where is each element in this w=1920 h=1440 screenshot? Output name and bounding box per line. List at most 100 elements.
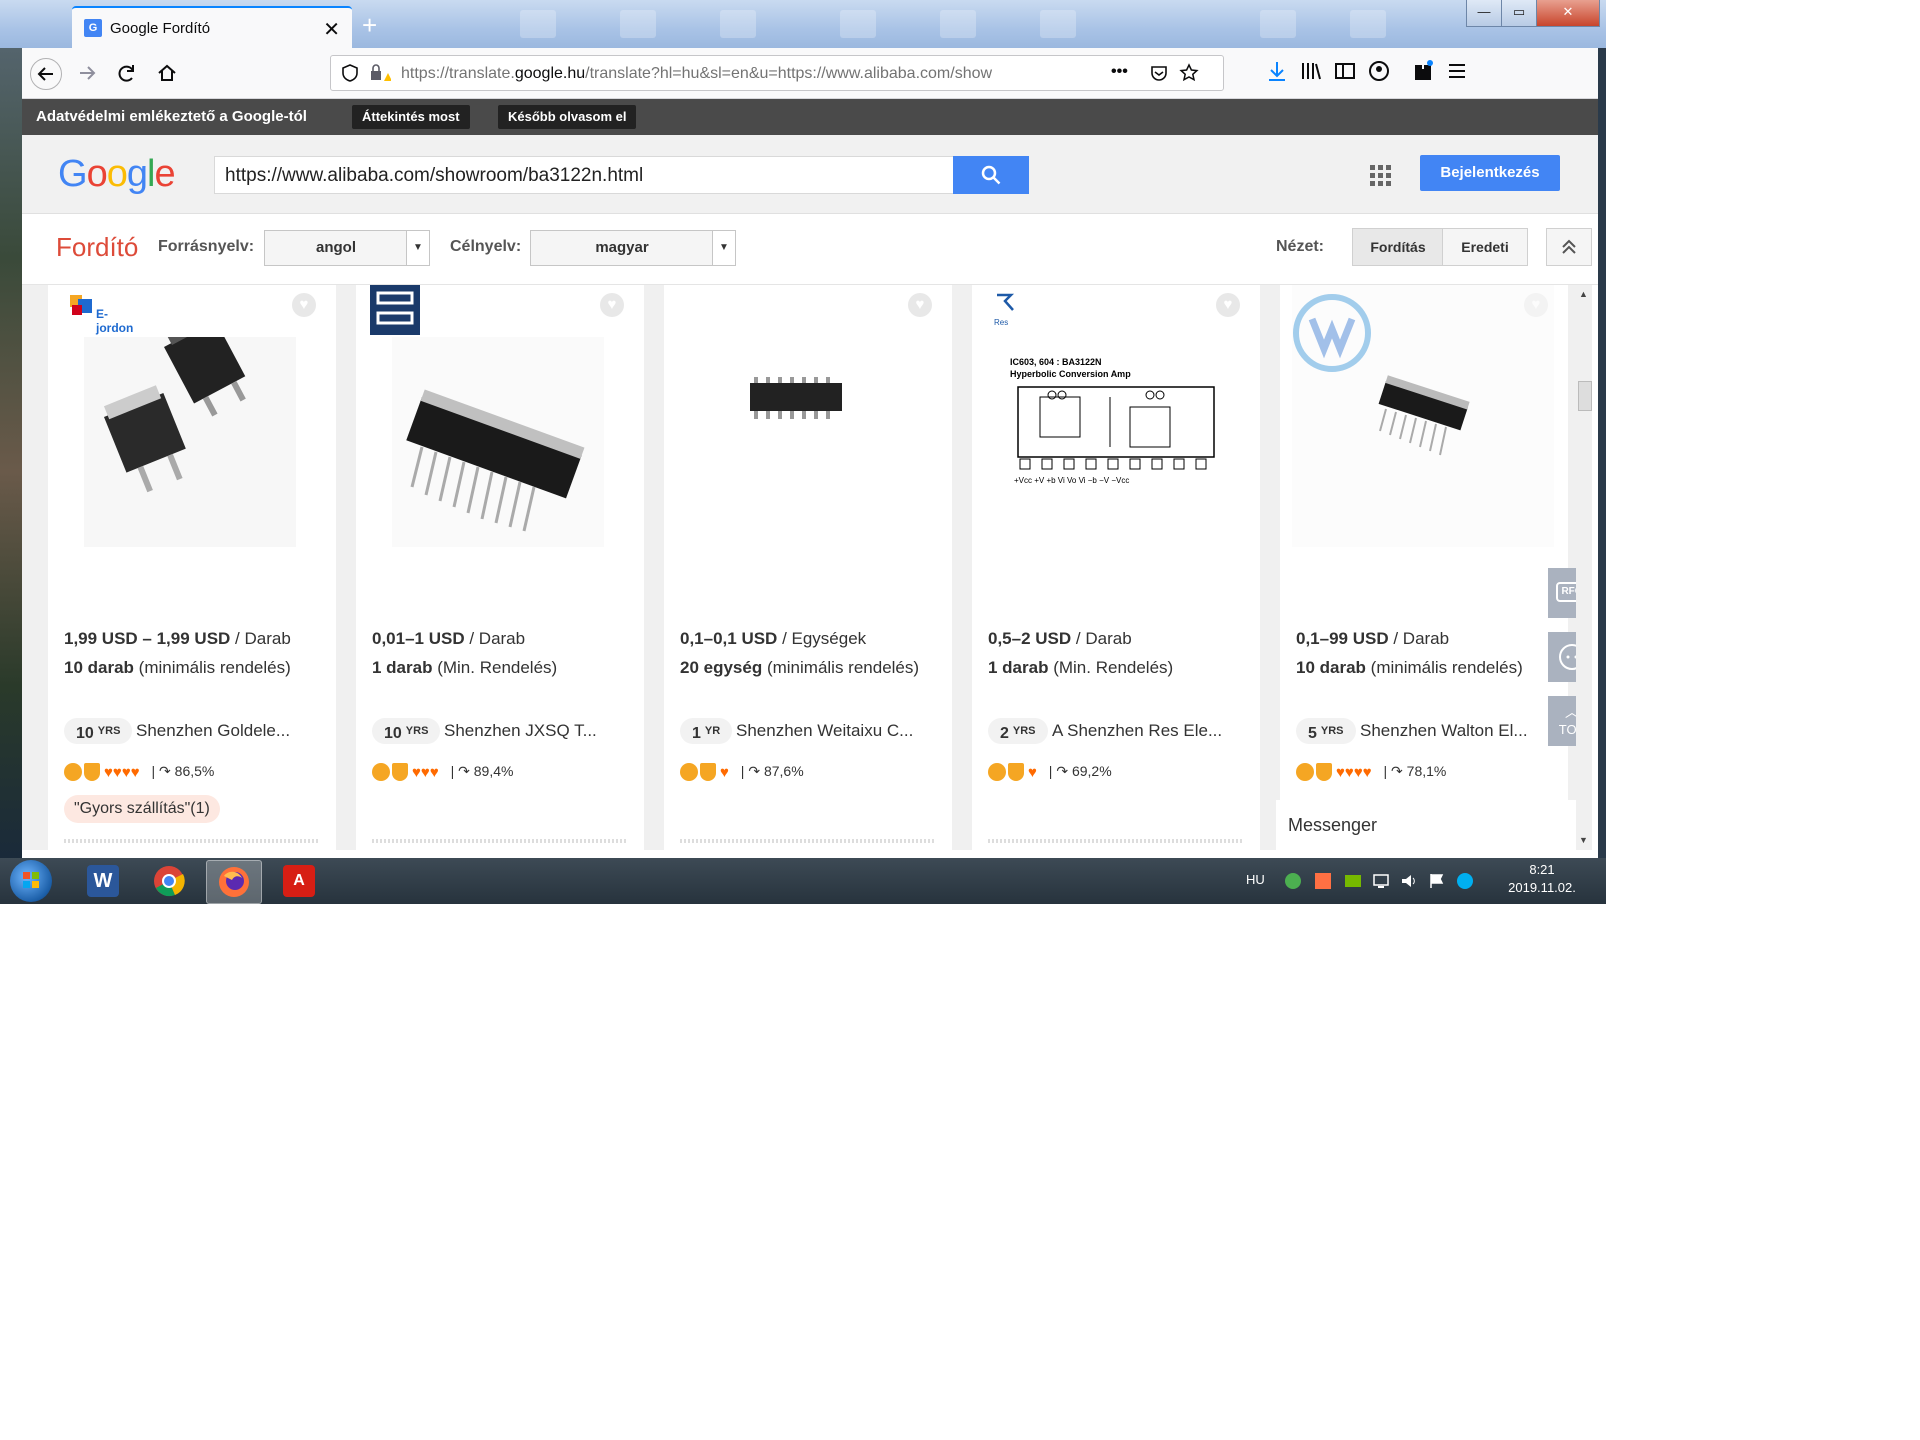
minimum-order: 1 darab (Min. Rendelés): [372, 658, 558, 677]
maximize-button[interactable]: ▭: [1501, 0, 1537, 27]
gold-supplier-medal-icon: [1296, 763, 1314, 782]
windows-taskbar: W A HU 8:21 2019.11.02.: [0, 858, 1606, 904]
tray-app-icon[interactable]: [1314, 872, 1332, 893]
product-card[interactable]: E-jordon ♥ 1,99 USD – 1,99 USD / Darab 1…: [48, 285, 336, 850]
home-button[interactable]: [152, 58, 182, 88]
privacy-reminder-text: Adatvédelmi emlékeztető a Google-tól: [36, 108, 307, 125]
supplier-name[interactable]: Shenzhen JXSQ T...: [444, 721, 597, 741]
scrollbar-thumb[interactable]: [1578, 381, 1592, 411]
network-icon[interactable]: [1372, 872, 1390, 893]
bookmark-star-icon[interactable]: [1179, 63, 1199, 88]
supplier-name[interactable]: A Shenzhen Res Ele...: [1052, 721, 1222, 741]
supplier-rating: ♥♥♥♥ | ↷ 78,1%: [1296, 763, 1446, 785]
supplier-rating: ♥♥♥♥ | ↷ 86,5%: [64, 763, 214, 785]
supplier-name[interactable]: Shenzhen Goldele...: [136, 721, 290, 741]
supplier-rating: ♥ | ↷ 87,6%: [680, 763, 804, 785]
taskbar-word[interactable]: W: [76, 860, 130, 902]
review-now-button[interactable]: Áttekintés most: [352, 105, 470, 129]
supplier-years-badge: 2 YRS: [988, 718, 1048, 744]
gold-supplier-medal-icon: [680, 763, 698, 782]
gold-supplier-medal-icon: [372, 763, 390, 782]
google-translate-favicon-icon: G: [84, 19, 102, 37]
logo-letter: G: [58, 153, 88, 195]
extensions-icon[interactable]: [1412, 60, 1434, 88]
favorite-heart-icon[interactable]: ♥: [908, 293, 932, 317]
taskbar-chrome[interactable]: [142, 860, 196, 902]
skype-icon[interactable]: [1456, 872, 1474, 893]
minimum-order: 20 egység (minimális rendelés): [680, 658, 920, 677]
sign-in-button[interactable]: Bejelentkezés: [1420, 155, 1560, 191]
tray-app-icon[interactable]: [1284, 872, 1302, 893]
page-actions-menu-icon[interactable]: •••: [1111, 63, 1128, 81]
view-original-button[interactable]: Eredeti: [1442, 228, 1528, 266]
logo-letter: o: [86, 153, 108, 195]
product-image[interactable]: IC603, 604 : BA3122N Hyperbolic Conversi…: [1000, 337, 1232, 547]
volume-icon[interactable]: [1400, 872, 1418, 893]
clock-date: 2019.11.02.: [1508, 880, 1576, 895]
nvidia-icon[interactable]: [1344, 872, 1362, 893]
product-card[interactable]: ♥ 0,01–1 USD / Darab 1 darab (Min. Rende…: [356, 285, 644, 850]
tab-close-icon[interactable]: ✕: [323, 17, 340, 42]
system-clock[interactable]: 8:21 2019.11.02.: [1496, 861, 1588, 897]
downloads-icon[interactable]: [1266, 60, 1288, 88]
account-icon[interactable]: [1368, 60, 1390, 88]
favorite-heart-icon[interactable]: ♥: [600, 293, 624, 317]
library-icon[interactable]: [1300, 60, 1322, 88]
messenger-panel[interactable]: Messenger: [1276, 800, 1584, 850]
search-button[interactable]: [953, 156, 1029, 194]
translate-url-input[interactable]: https://www.alibaba.com/showroom/ba3122n…: [214, 156, 956, 194]
google-apps-icon[interactable]: [1370, 165, 1392, 187]
product-card[interactable]: Res ♥ IC603, 604 : BA3122N Hyperbolic Co…: [972, 285, 1260, 850]
input-language[interactable]: HU: [1246, 872, 1265, 887]
sidebar-icon[interactable]: [1334, 60, 1356, 88]
background-window-icon: [840, 10, 876, 38]
google-logo[interactable]: Google: [58, 153, 176, 196]
source-language-select[interactable]: angol ▼: [264, 230, 430, 266]
product-image[interactable]: [84, 316, 296, 547]
close-window-button[interactable]: ✕: [1536, 0, 1600, 27]
back-button[interactable]: [30, 58, 62, 90]
schematic-subtitle: Hyperbolic Conversion Amp: [1010, 369, 1131, 379]
supplier-years-badge: 10 YRS: [372, 718, 441, 744]
background-window-icon: [1350, 10, 1386, 38]
read-later-button[interactable]: Később olvasom el: [498, 105, 637, 129]
scroll-up-arrow-icon[interactable]: ▲: [1579, 289, 1588, 299]
search-icon: [981, 165, 1001, 185]
view-translation-button[interactable]: Fordítás: [1352, 228, 1444, 266]
supplier-years-badge: 10 YRS: [64, 718, 133, 744]
reload-button[interactable]: [112, 58, 142, 88]
collapse-toolbar-button[interactable]: [1546, 228, 1592, 266]
favorite-heart-icon[interactable]: ♥: [1216, 293, 1240, 317]
tab-google-translate[interactable]: G Google Fordító ✕: [72, 6, 352, 50]
forward-button[interactable]: [72, 58, 102, 88]
fast-shipping-tag[interactable]: "Gyors szállítás"(1): [64, 795, 220, 823]
taskbar-acrobat[interactable]: A: [272, 860, 326, 902]
start-button[interactable]: [10, 860, 52, 902]
product-card[interactable]: ♥ 0,1–0,1 USD / Egységek 20 egység (mini…: [664, 285, 952, 850]
minimize-button[interactable]: —: [1466, 0, 1502, 27]
favorite-heart-icon[interactable]: ♥: [292, 293, 316, 317]
translate-title[interactable]: Fordító: [56, 232, 138, 263]
target-language-value: magyar: [595, 239, 649, 256]
windows-logo-icon: [23, 872, 39, 888]
url-text[interactable]: https://translate.google.hu/translate?hl…: [401, 65, 1091, 83]
taskbar-firefox[interactable]: [206, 860, 262, 904]
action-center-flag-icon[interactable]: [1428, 872, 1446, 893]
tracking-protection-shield-icon[interactable]: [341, 63, 359, 88]
product-image[interactable]: [1292, 285, 1554, 547]
product-image[interactable]: [392, 337, 604, 547]
scroll-down-arrow-icon[interactable]: ▼: [1579, 835, 1588, 845]
supplier-name[interactable]: Shenzhen Walton El...: [1360, 721, 1528, 741]
product-image[interactable]: [700, 337, 912, 547]
insecure-warning-icon[interactable]: [369, 63, 392, 88]
tab-title: Google Fordító: [110, 20, 211, 37]
pocket-icon[interactable]: [1149, 63, 1169, 88]
product-card[interactable]: ♥ 0,1–99 USD / Darab 10 darab (minimális…: [1280, 285, 1568, 850]
new-tab-button[interactable]: +: [362, 10, 377, 41]
supplier-name[interactable]: Shenzhen Weitaixu C...: [736, 721, 913, 741]
menu-hamburger-icon[interactable]: [1446, 60, 1468, 88]
page-scrollbar[interactable]: ▲ ▼: [1576, 285, 1592, 850]
address-bar[interactable]: https://translate.google.hu/translate?hl…: [330, 55, 1224, 91]
target-language-select[interactable]: magyar ▼: [530, 230, 736, 266]
supplier-years-badge: 5 YRS: [1296, 718, 1356, 744]
